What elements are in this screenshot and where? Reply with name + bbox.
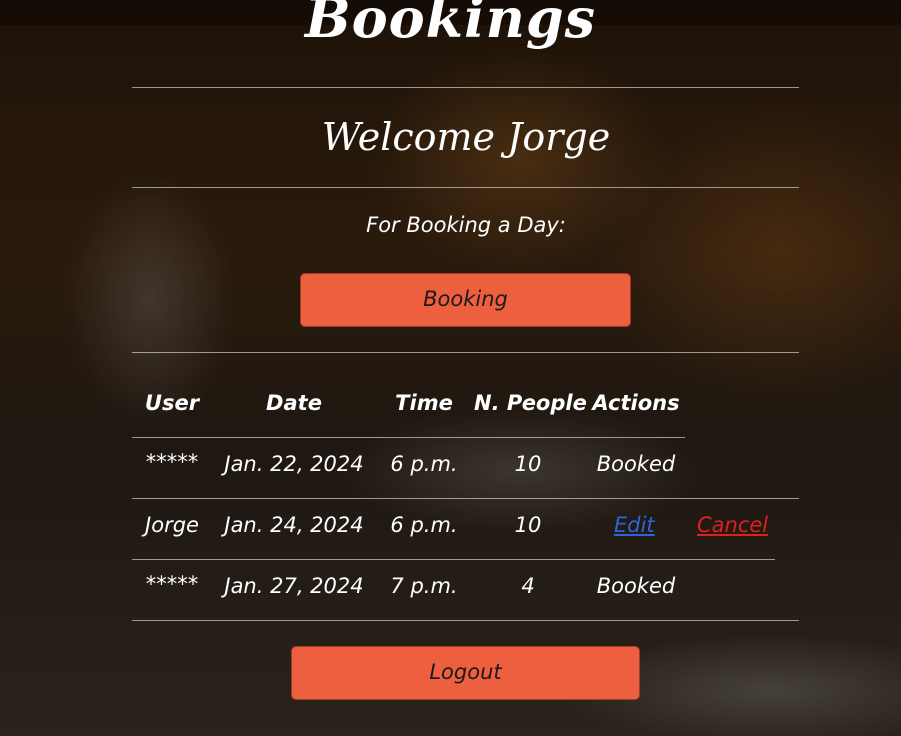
divider [132,87,799,88]
cell-time: 7 p.m. [390,574,458,598]
cell-date: Jan. 24, 2024 [224,513,364,537]
column-header-date: Date [266,391,322,415]
bookings-page: { "header": { "title": "Bookings" }, "we… [0,0,901,736]
edit-link[interactable]: Edit [614,513,655,537]
row-divider [132,559,775,560]
cell-date: Jan. 22, 2024 [224,452,364,476]
cell-people: 4 [521,574,535,598]
row-divider [132,437,685,438]
column-header-people: N. People [474,391,587,415]
cell-user: ***** [145,450,199,474]
cell-people: 10 [514,452,542,476]
divider [132,352,799,353]
column-header-time: Time [395,391,453,415]
cell-user: ***** [145,572,199,596]
row-divider [132,498,799,499]
page-title: Bookings [304,0,597,50]
cell-user: Jorge [145,513,199,537]
logout-button[interactable]: Logout [291,646,640,700]
column-header-user: User [144,391,200,415]
booking-button[interactable]: Booking [300,273,631,327]
row-divider [132,620,799,621]
cell-action-status: Booked [596,452,676,476]
divider [132,187,799,188]
booking-prompt: For Booking a Day: [366,213,566,237]
cell-time: 6 p.m. [390,513,458,537]
column-header-actions: Actions [592,391,680,415]
background-overlay [0,0,901,736]
cell-date: Jan. 27, 2024 [224,574,364,598]
cell-people: 10 [514,513,542,537]
cell-time: 6 p.m. [390,452,458,476]
welcome-heading: Welcome Jorge [321,115,611,159]
cell-action-status: Booked [596,574,676,598]
cancel-link[interactable]: Cancel [697,513,768,537]
